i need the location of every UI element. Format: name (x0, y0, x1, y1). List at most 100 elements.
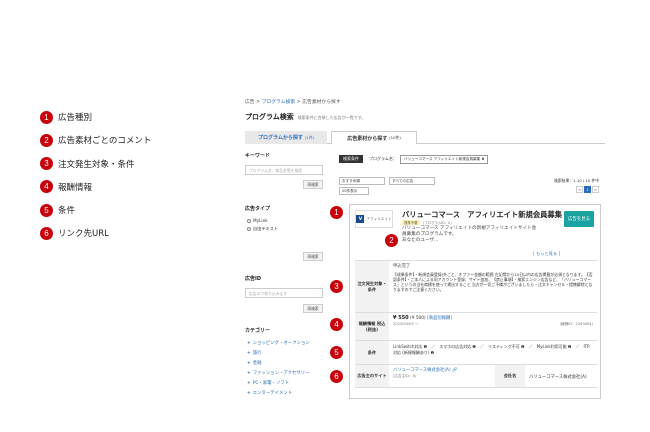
filter-value[interactable]: バリューコマース アフィリエイト新規会員募集 ✖ (399, 154, 489, 164)
reward-date: 2023/04/03 ～ (393, 321, 419, 326)
reward-id: (報酬ID：2349454) (559, 321, 593, 326)
radio-icon (247, 227, 251, 231)
row-body: ¥ 550 (¥ 500) [商品別報酬] 2023/04/03 ～ (報酬ID… (393, 315, 593, 328)
page-subtitle: 検索条件に合致した広告が一覧です。 (297, 115, 366, 120)
pager-prev[interactable]: < (576, 186, 583, 193)
category-item[interactable]: + エンターテイメント (247, 390, 292, 396)
adtype-search-button[interactable]: 再検索 (303, 252, 323, 261)
marker-4-badge: 4 (330, 318, 343, 331)
legend-label: 広告種別 (58, 113, 93, 123)
view-ad-button[interactable]: 広告を見る (564, 211, 594, 227)
row-label: 報酬情報 税込(税抜) (355, 313, 389, 340)
radio-mylink[interactable]: MyLink (247, 218, 268, 223)
pager: < 1 > (575, 186, 599, 193)
badge: 提携不要 (402, 220, 420, 225)
program-card: V アフィリエイト バリューコマース アフィリエイト新規会員募集 提携不要 (プロ… (349, 204, 601, 399)
marker-2: 2 (40, 133, 53, 147)
marker-4: 4 (40, 180, 53, 194)
reward-tax: (¥ 500) (410, 316, 426, 321)
marker-5-badge: 5 (330, 346, 343, 359)
row-label: 広告主のサイト (355, 365, 389, 387)
reward-link[interactable]: [商品別報酬] (427, 316, 452, 321)
keyword-heading: キーワード (245, 153, 271, 159)
radio-freetext[interactable]: 自由テキスト (247, 226, 278, 232)
row-conditions2: 条件 LinkSwitch対応 ❶ ／ スマホの広告対応 ❶ ／ リスティング不… (355, 340, 597, 364)
tab-bar: プログラムから探す (1件) 広告素材から探す (10件) (245, 131, 605, 144)
tab-label: 広告素材から探す (347, 135, 388, 142)
tab-count: (10件) (389, 135, 401, 140)
program-search-screenshot: 広告 > プログラム検索 > 広告素材から探す プログラム検索 検索条件に合致した… (243, 98, 608, 408)
company-value: バリューコマース株式会社(A) (529, 375, 587, 380)
cond-text: 【成果条件】・新規会員登録(外ごと、オファー金額の範囲 左記際から15日以内の広… (393, 271, 593, 293)
radio-label: 自由テキスト (253, 226, 278, 231)
filter-chip: 検索条件 (339, 155, 363, 163)
program-logo: V アフィリエイト (355, 210, 393, 228)
adid-search-button[interactable]: 再検索 (303, 304, 323, 313)
reward-price: ¥ 550 (393, 315, 409, 321)
legend-item: 6 リンク先URL (40, 226, 151, 240)
tab-material[interactable]: 広告素材から探す (10件) (331, 131, 417, 144)
breadcrumb-sep: > (256, 100, 261, 105)
page-title: プログラム検索 検索条件に合致した広告が一覧です。 (245, 112, 365, 122)
legend: 1 広告種別 2 広告素材ごとのコメント 3 注文発生対象・条件 4 報酬情報 5 条件 … (40, 110, 151, 250)
marker-3-badge: 3 (330, 280, 343, 293)
row-conditions: 注文発生対象・条件 申込完了 【成果条件】・新規会員登録(外ごと、オファー金額の… (355, 260, 597, 312)
keyword-input[interactable]: プログラム名、商品名等を検索 (245, 165, 323, 175)
category-heading: カテゴリー (245, 328, 271, 334)
marker-1: 1 (40, 110, 53, 124)
more-link[interactable]: [ もっと見る ] (533, 251, 560, 257)
marker-3: 3 (40, 157, 53, 171)
adfilter-select[interactable]: すべての広告 (389, 177, 435, 185)
row-reward: 報酬情報 税込(税抜) ¥ 550 (¥ 500) [商品別報酬] 2023/0… (355, 312, 597, 340)
marker-1-badge: 1 (330, 206, 343, 219)
adid-heading: 広告ID (245, 276, 262, 282)
breadcrumb-link[interactable]: プログラム検索 (262, 100, 295, 105)
legend-label: 注文発生対象・条件 (58, 159, 135, 170)
radio-label: MyLink (253, 218, 268, 223)
program-id: (プログラムID：0) (423, 221, 452, 225)
logo-icon: V (356, 215, 365, 223)
perpage-select[interactable]: 20件表示 (339, 187, 369, 195)
adid-input[interactable]: 広告IDで絞り込みます (245, 288, 323, 298)
marker-6-badge: 6 (330, 370, 343, 383)
category-item[interactable]: + ショッピング・オークション (247, 340, 310, 346)
keyword-search-button[interactable]: 再検索 (303, 180, 323, 189)
category-item[interactable]: + PC・家電・ソフト (247, 380, 289, 386)
tab-count: (1件) (304, 134, 315, 140)
marker-6: 6 (40, 226, 53, 240)
pager-page[interactable]: 1 (584, 186, 591, 193)
tab-program[interactable]: プログラムから探す (1件) (245, 131, 327, 144)
page-info: 検索結果：1-10 / 10 件中 (554, 178, 599, 183)
row-body: LinkSwitch対応 ❶ ／ スマホの広告対応 ❶ ／ リスティング不可 ❶… (393, 344, 590, 355)
program-title[interactable]: バリューコマース アフィリエイト新規会員募集 (402, 210, 562, 220)
page-title-text: プログラム検索 (245, 113, 294, 121)
logo-text: アフィリエイト (366, 216, 392, 221)
breadcrumb-root[interactable]: 広告 (245, 100, 255, 105)
marker-5: 5 (40, 203, 53, 217)
category-item[interactable]: + 金融 (247, 360, 261, 366)
category-item[interactable]: + 旅行 (247, 350, 261, 356)
legend-item: 3 注文発生対象・条件 (40, 157, 151, 171)
breadcrumb-sep: > (296, 100, 301, 105)
legend-item: 2 広告素材ごとのコメント (40, 133, 151, 147)
legend-label: 条件 (58, 206, 76, 217)
row-site: 広告主のサイト バリューコマース株式会社(A) 🔗 (広告主ID：A) 会社名 … (355, 364, 597, 388)
site-link[interactable]: バリューコマース株式会社(A) 🔗 (393, 368, 457, 373)
filter-bar: 検索条件 プログラム名： バリューコマース アフィリエイト新規会員募集 ✖ (339, 154, 605, 164)
company-label: 会社名 (495, 365, 525, 387)
legend-item: 1 広告種別 (40, 110, 151, 124)
breadcrumb-current: 広告素材から探す (302, 100, 341, 105)
cond-head: 申込完了 (393, 264, 411, 269)
marker-2-badge: 2 (385, 234, 398, 247)
filter-label: プログラム名： (369, 156, 397, 161)
legend-item: 5 条件 (40, 203, 151, 217)
pager-next[interactable]: > (592, 186, 599, 193)
category-item[interactable]: + ファッション・アクセサリー (247, 370, 310, 376)
sort-select[interactable]: おすすめ順 (339, 177, 385, 185)
row-body: 申込完了 【成果条件】・新規会員登録(外ごと、オファー金額の範囲 左記際から15… (393, 264, 593, 293)
tab-label: プログラムから探す (257, 135, 303, 141)
site-sub: (広告主ID：A) (393, 373, 417, 378)
row-label: 条件 (355, 341, 389, 364)
program-desc: バリューコマース アフィリエイトの新規アフィリエイトサイト会員募集のプログラムで… (402, 226, 537, 243)
radio-icon (247, 218, 251, 223)
